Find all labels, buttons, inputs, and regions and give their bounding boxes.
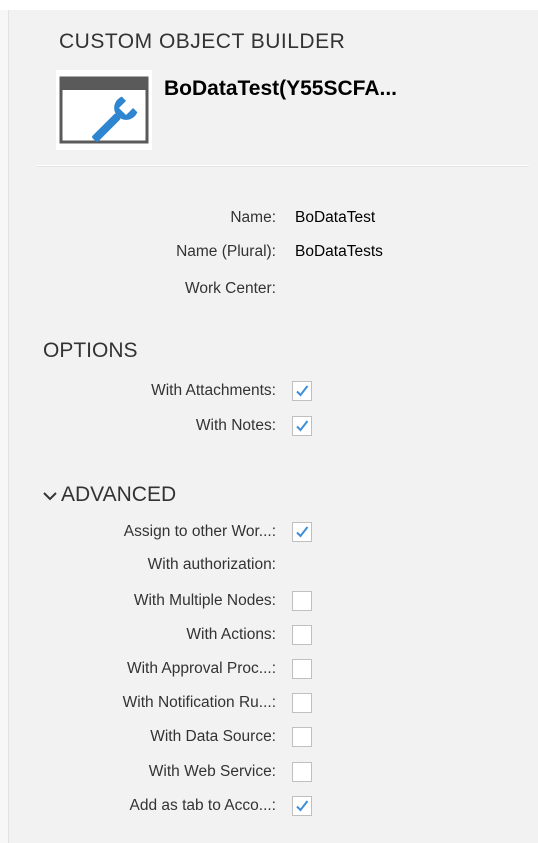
advanced-label: With Actions: — [186, 626, 276, 643]
add-as-tab-checkbox[interactable] — [292, 796, 312, 816]
option-row: With Notes: — [9, 415, 538, 439]
object-name: BoDataTest(Y55SCFA... — [164, 77, 397, 100]
with-multiple-nodes-checkbox[interactable] — [292, 591, 312, 611]
chevron-down-icon — [43, 483, 61, 507]
divider — [37, 165, 529, 167]
advanced-section-title: ADVANCED — [61, 483, 177, 506]
with-data-source-checkbox[interactable] — [292, 727, 312, 747]
advanced-row: With Actions: — [9, 624, 538, 648]
with-notes-checkbox[interactable] — [292, 416, 312, 436]
left-edge-strip — [0, 10, 9, 843]
assign-to-other-work-center-checkbox[interactable] — [292, 522, 312, 542]
advanced-label: Add as tab to Acco...: — [129, 797, 276, 814]
with-attachments-checkbox[interactable] — [292, 381, 312, 401]
advanced-row: With Notification Ru...: — [9, 692, 538, 716]
field-label: Work Center: — [184, 280, 276, 297]
advanced-section-toggle[interactable]: ADVANCED — [43, 483, 176, 507]
option-row: With Attachments: — [9, 380, 538, 404]
panel-title: CUSTOM OBJECT BUILDER — [59, 30, 346, 53]
wrench-window-icon — [56, 70, 152, 150]
advanced-row: With Web Service: — [9, 761, 538, 785]
option-label: With Attachments: — [151, 382, 276, 399]
field-label: Name (Plural): — [176, 243, 276, 260]
advanced-label: With authorization: — [147, 556, 276, 573]
field-value: BoDataTest — [295, 209, 376, 226]
advanced-label: With Web Service: — [148, 763, 276, 780]
with-actions-checkbox[interactable] — [292, 625, 312, 645]
advanced-label: With Data Source: — [150, 728, 276, 745]
advanced-row: With authorization: — [9, 554, 538, 578]
with-web-service-checkbox[interactable] — [292, 762, 312, 782]
custom-object-builder-panel: CUSTOM OBJECT BUILDER BoDataTest(Y55SCFA… — [9, 10, 538, 843]
with-notification-rules-checkbox[interactable] — [292, 693, 312, 713]
with-approval-process-checkbox[interactable] — [292, 659, 312, 679]
advanced-label: Assign to other Wor...: — [123, 523, 276, 540]
advanced-label: With Approval Proc...: — [126, 660, 276, 677]
field-label: Name: — [230, 209, 276, 226]
top-strip — [0, 0, 538, 10]
advanced-row: Add as tab to Acco...: — [9, 795, 538, 819]
advanced-row: Assign to other Wor...: — [9, 521, 538, 545]
field-row-name-plural: Name (Plural): BoDataTests — [9, 241, 538, 265]
advanced-label: With Notification Ru...: — [122, 694, 276, 711]
advanced-row: With Multiple Nodes: — [9, 590, 538, 614]
advanced-row: With Data Source: — [9, 726, 538, 750]
advanced-label: With Multiple Nodes: — [133, 592, 276, 609]
field-row-name: Name: BoDataTest — [9, 207, 538, 231]
option-label: With Notes: — [195, 417, 276, 434]
field-row-work-center: Work Center: — [9, 278, 538, 302]
advanced-row: With Approval Proc...: — [9, 658, 538, 682]
field-value: BoDataTests — [295, 243, 383, 260]
options-section-title: OPTIONS — [43, 339, 138, 362]
